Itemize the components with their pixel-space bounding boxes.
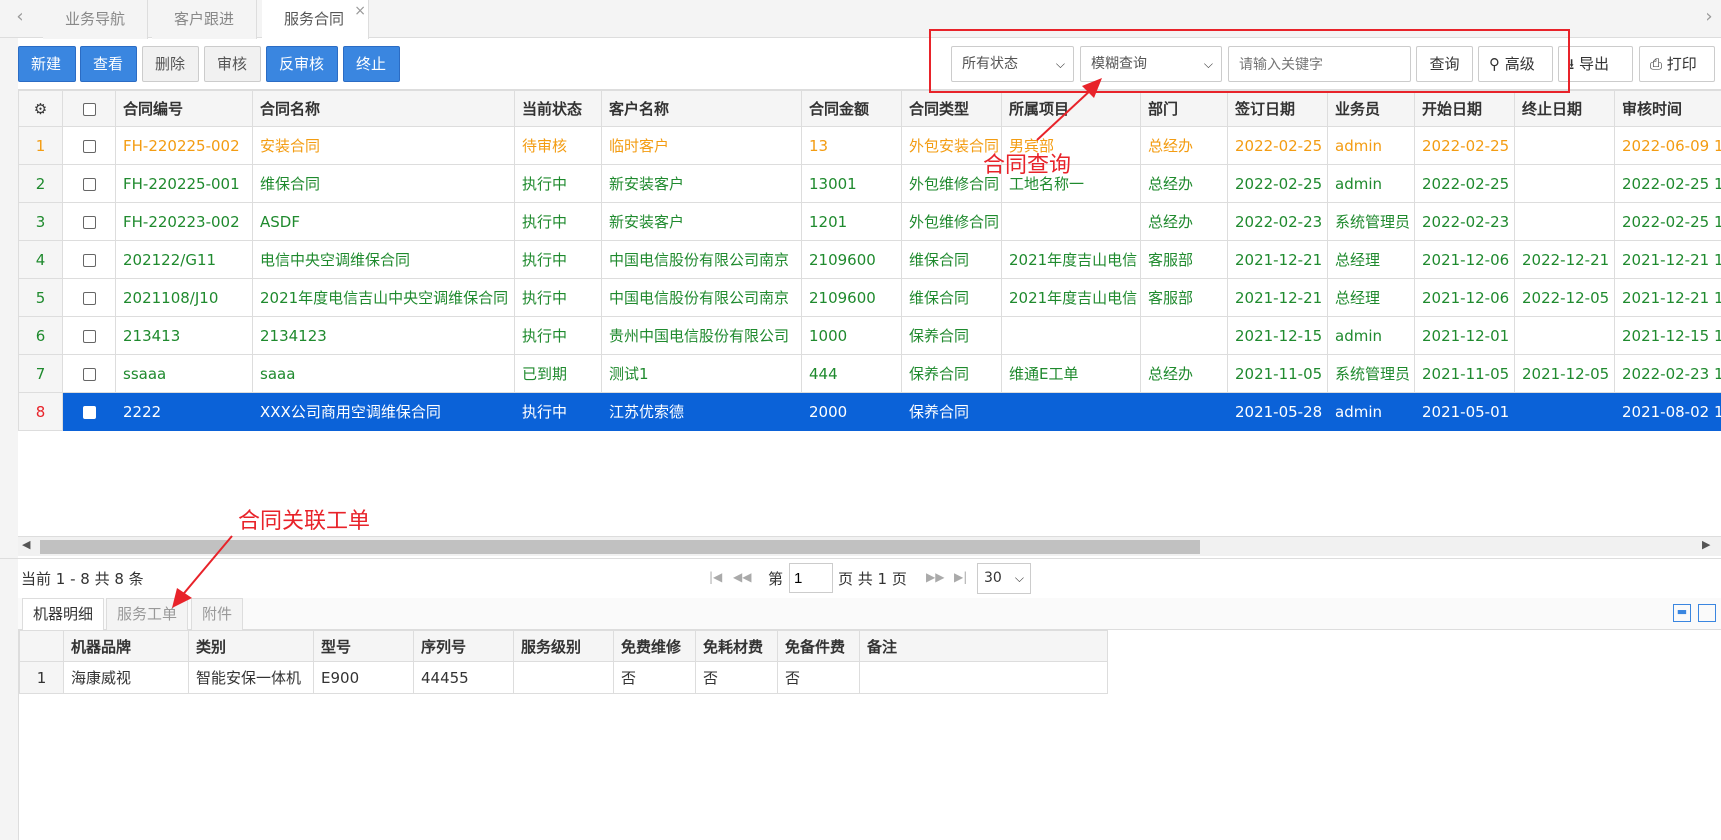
linked-orders-annotation: 合同关联工单 [238,509,371,534]
linked-arrow-head [172,588,192,608]
annotation-arrows [172,78,1102,608]
linked-arrow-line [179,535,233,599]
query-annotation: 合同查询 [983,153,1072,178]
query-arrow-line [1036,87,1094,141]
